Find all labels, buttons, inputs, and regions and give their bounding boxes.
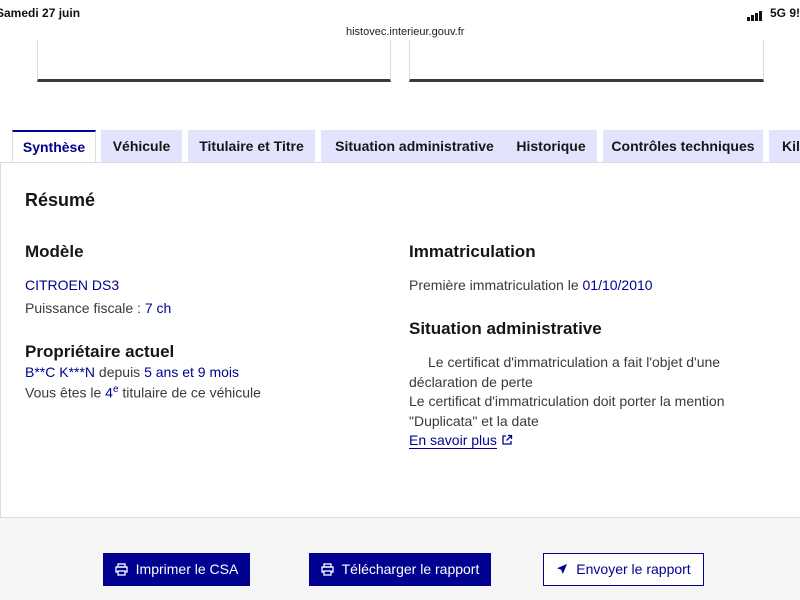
owner-name: B**C K***N <box>25 364 96 380</box>
send-icon <box>557 564 568 575</box>
registration-heading: Immatriculation <box>409 242 536 261</box>
send-report-label: Envoyer le rapport <box>576 561 691 577</box>
tab-synthese[interactable]: Synthèse <box>12 130 96 164</box>
battery-label: 9! <box>789 6 800 20</box>
fiscal-power-label: Puissance fiscale : <box>25 300 145 316</box>
print-csa-label: Imprimer le CSA <box>135 561 239 577</box>
tab-panel <box>0 162 800 518</box>
summary-title: Résumé <box>25 190 96 210</box>
admin-line-1: Le certificat d'immatriculation a fait l… <box>409 354 721 390</box>
tab-controles-techniques[interactable]: Contrôles techniques <box>603 130 763 163</box>
admin-details: Le certificat d'immatriculation a fait l… <box>409 353 769 451</box>
learn-more-link[interactable]: En savoir plus <box>409 432 497 448</box>
download-report-label: Télécharger le rapport <box>341 561 480 577</box>
owner-rank-prefix: Vous êtes le <box>25 384 106 401</box>
model-name: CITROEN DS3 <box>25 277 120 293</box>
registration-line: Première immatriculation le 01/10/2010 <box>409 277 653 293</box>
owner-line: B**C K***N depuis 5 ans et 9 mois <box>25 364 239 380</box>
model-heading: Modèle <box>25 242 84 261</box>
signal-icon <box>746 7 763 21</box>
top-card-left <box>37 40 391 82</box>
download-report-button[interactable]: Télécharger le rapport <box>309 553 491 586</box>
tab-titulaire[interactable]: Titulaire et Titre <box>188 130 315 163</box>
network-label: 5G <box>769 6 786 20</box>
tab-situation-administrative[interactable]: Situation administrative <box>321 130 508 163</box>
external-link-icon <box>501 432 513 452</box>
owner-rank-suffix: titulaire de ce véhicule <box>118 384 261 401</box>
tab-vehicule[interactable]: Véhicule <box>101 130 182 163</box>
status-indicators: 5G 9! <box>746 6 800 21</box>
tab-historique[interactable]: Historique <box>505 130 597 163</box>
tab-kilometrage[interactable]: Kil <box>769 130 800 163</box>
fiscal-power-value: 7 ch <box>144 300 172 316</box>
print-csa-button[interactable]: Imprimer le CSA <box>103 553 250 586</box>
admin-heading: Situation administrative <box>409 319 602 338</box>
status-date: Samedi 27 juin <box>0 6 81 20</box>
learn-more-label: En savoir plus <box>409 432 497 448</box>
url-text: histovec.interieur.gouv.fr <box>346 26 465 38</box>
admin-line-2: Le certificat d'immatriculation doit por… <box>409 393 725 429</box>
printer-icon <box>320 563 334 576</box>
url-bar[interactable]: histovec.interieur.gouv.fr <box>340 22 470 42</box>
owner-rank: Vous êtes le 4e titulaire de ce véhicule <box>25 384 261 401</box>
registration-date: 01/10/2010 <box>582 277 653 293</box>
owner-since-label: depuis <box>95 364 145 380</box>
top-card-right <box>409 40 764 82</box>
owner-rank-value: 4 <box>105 384 113 401</box>
send-report-button[interactable]: Envoyer le rapport <box>543 553 704 586</box>
printer-icon <box>115 563 128 576</box>
owner-heading: Propriétaire actuel <box>25 342 175 361</box>
registration-label: Première immatriculation le <box>409 277 583 293</box>
fiscal-power: Puissance fiscale : 7 ch <box>25 300 171 316</box>
owner-since-value: 5 ans et 9 mois <box>144 364 240 380</box>
